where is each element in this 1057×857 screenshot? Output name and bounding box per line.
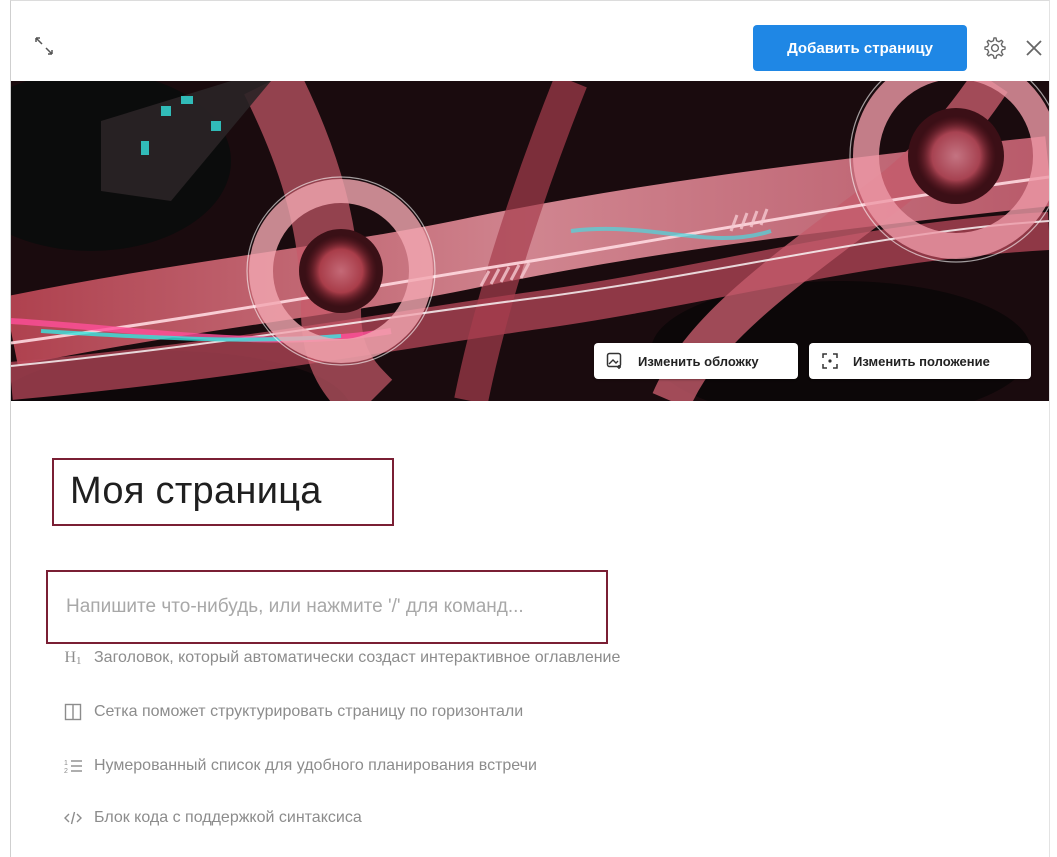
change-position-label: Изменить положение <box>853 353 990 369</box>
page-editor-panel: Добавить страницу Изменить обложку Измен… <box>10 0 1050 857</box>
cover-image: Изменить обложку Изменить положение <box>11 81 1049 401</box>
top-toolbar: Добавить страницу <box>11 1 1049 81</box>
hint-numbered-list-label: Нумерованный список для удобного планиро… <box>94 757 537 774</box>
hint-code[interactable]: Блок кода с поддержкой синтаксиса <box>62 808 362 828</box>
hint-heading[interactable]: H1 Заголовок, который автоматически созд… <box>62 648 620 668</box>
gear-icon[interactable] <box>983 36 1007 60</box>
add-page-button[interactable]: Добавить страницу <box>753 25 967 71</box>
hint-grid-label: Сетка поможет структурировать страницу п… <box>94 703 524 720</box>
svg-text:2: 2 <box>64 768 68 775</box>
numbered-list-icon: 1 2 <box>62 756 84 776</box>
change-position-button[interactable]: Изменить положение <box>809 343 1031 379</box>
hint-grid[interactable]: Сетка поможет структурировать страницу п… <box>62 702 523 722</box>
expand-arrows-icon[interactable] <box>33 35 55 57</box>
reposition-icon <box>821 352 839 370</box>
grid-columns-icon <box>62 702 84 722</box>
hint-heading-label: Заголовок, который автоматически создаст… <box>94 649 621 666</box>
editor-input[interactable] <box>66 592 586 622</box>
svg-text:1: 1 <box>64 760 68 767</box>
hint-code-label: Блок кода с поддержкой синтаксиса <box>94 809 362 826</box>
heading-icon: H1 <box>64 649 82 667</box>
change-cover-label: Изменить обложку <box>638 353 759 369</box>
code-icon <box>62 808 84 828</box>
image-add-icon <box>606 352 624 370</box>
hint-numbered-list[interactable]: 1 2 Нумерованный список для удобного пла… <box>62 756 537 776</box>
change-cover-button[interactable]: Изменить обложку <box>594 343 798 379</box>
page-title[interactable]: Моя страница <box>70 470 322 513</box>
close-icon[interactable] <box>1023 37 1045 59</box>
